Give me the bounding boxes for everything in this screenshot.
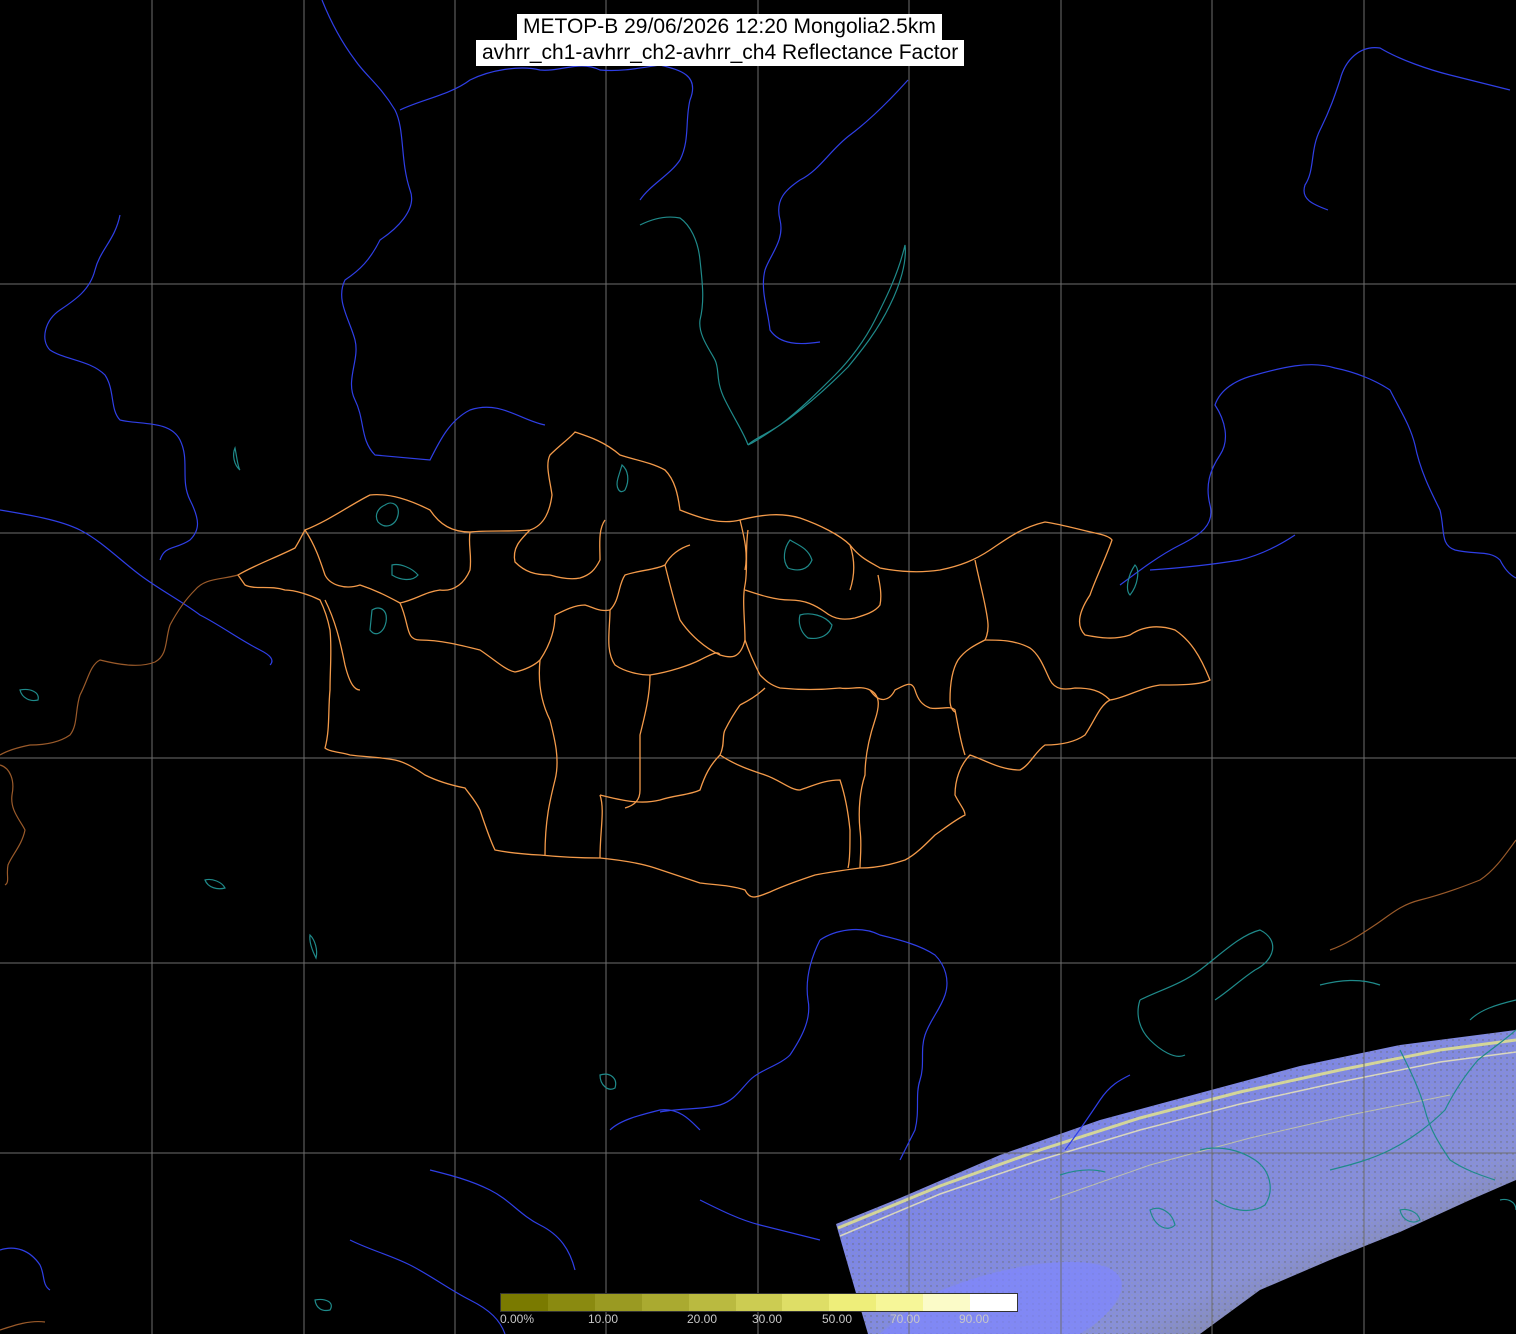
- colorbar-tick: 70.00: [890, 1312, 921, 1326]
- colorbar-segment: [641, 1294, 689, 1311]
- map-title-line-1: METOP-B 29/06/2026 12:20 Mongolia2.5km: [517, 14, 942, 40]
- colorbar-segment: [970, 1294, 1017, 1311]
- colorbar-tick: 30.00: [752, 1312, 783, 1326]
- colorbar-tick: 90.00: [959, 1312, 990, 1326]
- colorbar-tick: 20.00: [687, 1312, 718, 1326]
- colorbar-segment: [876, 1294, 924, 1311]
- colorbar-gradient: [500, 1293, 1018, 1312]
- satellite-map: [0, 0, 1516, 1334]
- colorbar-segment: [688, 1294, 736, 1311]
- colorbar-tick: 0.00%: [500, 1312, 535, 1326]
- colorbar-segment: [547, 1294, 595, 1311]
- colorbar-segment: [829, 1294, 877, 1311]
- colorbar-segment: [782, 1294, 830, 1311]
- colorbar-segment: [501, 1294, 548, 1311]
- colorbar-segment: [735, 1294, 783, 1311]
- colorbar: 0.00% 10.00 20.00 30.00 50.00 70.00 90.0…: [500, 1293, 1018, 1334]
- colorbar-tick: 10.00: [588, 1312, 619, 1326]
- satellite-swath: [836, 1030, 1516, 1334]
- colorbar-tick: 50.00: [822, 1312, 853, 1326]
- admin-boundary-lines: [237, 431, 1211, 898]
- colorbar-segment: [594, 1294, 642, 1311]
- colorbar-segment: [923, 1294, 971, 1311]
- map-title-line-2: avhrr_ch1-avhrr_ch2-avhrr_ch4 Reflectanc…: [476, 40, 965, 66]
